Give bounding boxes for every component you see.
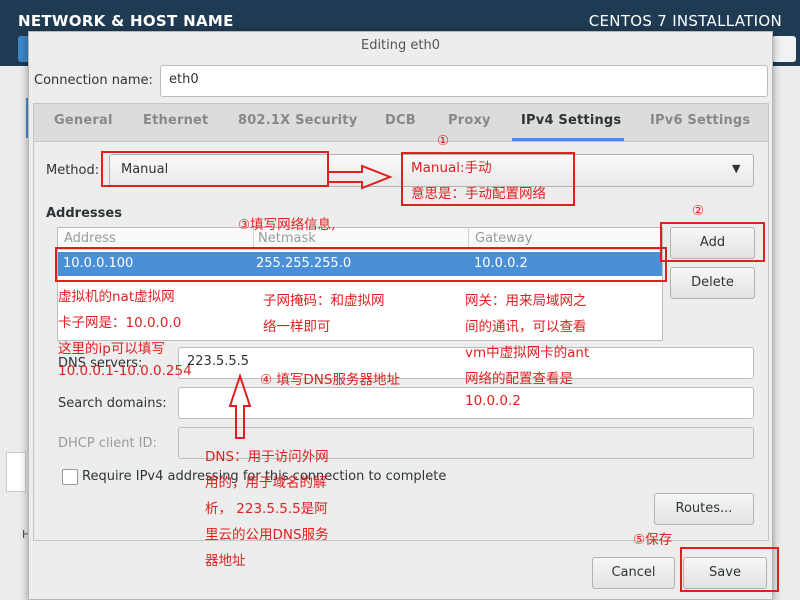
- arrow-right-icon: [327, 164, 393, 190]
- annotation-gateway-line1: 网关：用来局域网之: [465, 293, 587, 309]
- annotation-netmask-line2: 络一样即可: [263, 319, 331, 335]
- annotation-step4: ④ 填写DNS服务器地址: [260, 372, 400, 388]
- arrow-up-icon: [228, 372, 252, 439]
- annotation-vm-line2: 卡子网是：10.0.0.0: [58, 315, 182, 331]
- annotation-gateway-line4: 网络的配置查看是: [465, 371, 573, 387]
- annotation-vm-line1: 虚拟机的nat虚拟网: [58, 289, 175, 305]
- annotation-dns-line5: 器地址: [205, 553, 246, 569]
- annotation-dns-line1: DNS：用于访问外网: [205, 449, 329, 465]
- annotation-vm-line4: 10.0.0.1-10.0.0.254: [58, 363, 192, 379]
- annotation-number-2: ②: [692, 203, 705, 219]
- annotation-gateway-line2: 间的通讯，可以查看: [465, 319, 587, 335]
- annotation-dns-line2: 用的，用于域名的解: [205, 475, 327, 491]
- annotation-vm-line3: 这里的ip可以填写: [58, 341, 165, 357]
- annotation-gateway-line3: vm中虚拟网卡的ant: [465, 345, 590, 361]
- annotation-netmask-line1: 子网掩码：和虚拟网: [263, 293, 385, 309]
- annotation-dns-line4: 里云的公用DNS服务: [205, 527, 329, 543]
- annotation-dns-line3: 析， 223.5.5.5是阿: [205, 501, 328, 517]
- annotation-step5: ⑤保存: [633, 532, 673, 548]
- annotation-manual-line2: 意思是：手动配置网络: [411, 186, 546, 202]
- annotation-step3: ③填写网络信息,: [238, 217, 336, 233]
- annotation-number-1: ①: [437, 133, 450, 149]
- annotation-gateway-line5: 10.0.0.2: [465, 393, 521, 409]
- annotation-manual-line1: Manual:手动: [411, 160, 492, 176]
